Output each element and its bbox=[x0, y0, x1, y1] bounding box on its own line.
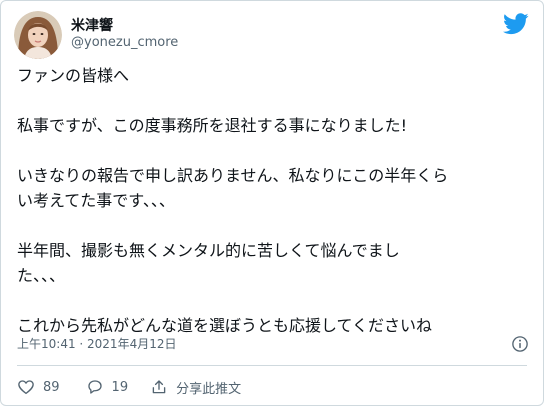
avatar[interactable] bbox=[14, 11, 62, 59]
author-display-name[interactable]: 米津響 bbox=[71, 15, 113, 35]
like-button[interactable]: 89 bbox=[17, 378, 60, 396]
reply-count: 19 bbox=[111, 379, 129, 395]
tweet-paragraph-3: いきなりの報告で申し訳ありません、私なりにこの半年くら い考えてた事です、、、 bbox=[17, 166, 449, 210]
tweet-paragraph-2: 私事ですが、この度事務所を退社する事になりました! bbox=[17, 116, 408, 135]
share-button[interactable]: 分享此推文 bbox=[150, 378, 241, 397]
avatar-photo bbox=[14, 11, 62, 59]
share-upload-icon bbox=[152, 380, 166, 394]
tweet-paragraph-4: 半年間、撮影も無くメンタル的に苦しくて悩んでまし た、、、 bbox=[17, 241, 400, 285]
share-label: 分享此推文 bbox=[176, 381, 242, 397]
twitter-bird-icon[interactable] bbox=[503, 13, 529, 35]
reply-bubble-icon bbox=[87, 380, 102, 394]
tweet-actions: 89 19 分享此推文 bbox=[17, 373, 241, 401]
divider bbox=[17, 365, 527, 366]
tweet-embed-card: 米津響 @yonezu_cmore ファンの皆様へ 私事ですが、この度事務所を退… bbox=[0, 0, 544, 406]
info-icon[interactable] bbox=[511, 335, 529, 353]
tweet-text: ファンの皆様へ 私事ですが、この度事務所を退社する事になりました! いきなりの報… bbox=[17, 63, 527, 338]
heart-icon bbox=[18, 380, 34, 395]
tweet-paragraph-1: ファンの皆様へ bbox=[17, 66, 130, 85]
tweet-timestamp[interactable]: 上午10:41 · 2021年4月12日 bbox=[17, 335, 176, 352]
reply-button[interactable]: 19 bbox=[86, 378, 129, 396]
author-handle[interactable]: @yonezu_cmore bbox=[71, 35, 178, 50]
like-count: 89 bbox=[43, 379, 60, 395]
